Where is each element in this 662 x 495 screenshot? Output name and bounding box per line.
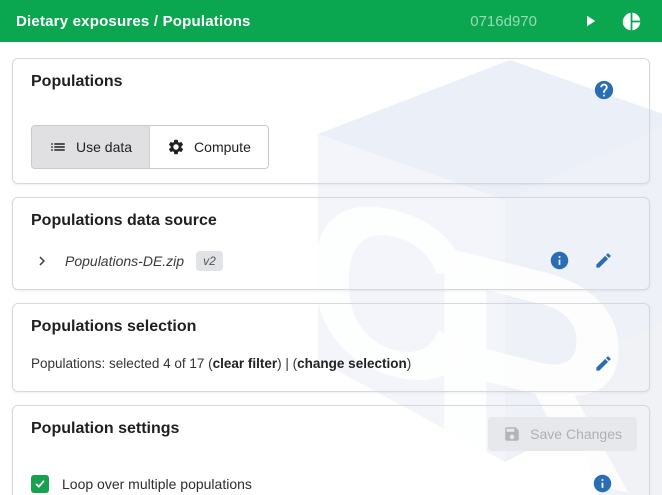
run-id-label: 0716d970 xyxy=(470,13,537,30)
data-source-info-button[interactable] xyxy=(545,246,574,275)
checkmark-icon xyxy=(33,477,47,491)
save-icon xyxy=(503,425,521,443)
loop-populations-row: Loop over multiple populations xyxy=(31,469,631,495)
card-selection: Populations selection Populations: selec… xyxy=(12,303,650,392)
help-icon xyxy=(593,79,615,101)
card-selection-title: Populations selection xyxy=(31,318,196,335)
paren: ) xyxy=(407,356,412,371)
info-icon xyxy=(549,250,570,271)
card-settings: Population settings Save Changes Loop ov… xyxy=(12,405,650,495)
run-button[interactable] xyxy=(577,8,603,34)
save-changes-label: Save Changes xyxy=(530,426,622,442)
clear-filter-link[interactable]: clear filter xyxy=(213,356,278,371)
paren: ( xyxy=(204,356,212,371)
card-data-source: Populations data source Populations-DE.z… xyxy=(12,197,650,290)
results-button[interactable] xyxy=(617,7,646,36)
card-populations: Populations Use data xyxy=(12,58,650,184)
selection-summary: Populations: selected 4 of 17 (clear fil… xyxy=(31,356,411,371)
compute-button[interactable]: Compute xyxy=(149,126,268,168)
change-selection-link[interactable]: change selection xyxy=(297,356,407,371)
card-settings-title: Population settings xyxy=(31,420,179,438)
data-source-file-name: Populations-DE.zip xyxy=(65,253,184,269)
list-icon xyxy=(49,138,67,156)
edit-icon xyxy=(594,251,613,270)
data-source-edit-button[interactable] xyxy=(590,247,617,274)
help-button[interactable] xyxy=(589,75,619,105)
edit-icon xyxy=(594,354,613,373)
data-source-row: Populations-DE.zip v2 xyxy=(31,246,631,275)
card-populations-title: Populations xyxy=(31,73,123,91)
app-header: Dietary exposures / Populations 0716d970 xyxy=(0,0,662,42)
loop-populations-label: Loop over multiple populations xyxy=(62,476,252,492)
selection-summary-prefix: Populations: selected 4 of 17 xyxy=(31,356,204,371)
app-root: Dietary exposures / Populations 0716d970… xyxy=(0,0,662,495)
play-icon xyxy=(581,12,599,30)
use-data-label: Use data xyxy=(76,139,132,155)
main-content: Populations Use data xyxy=(0,42,662,495)
settings-info-button[interactable] xyxy=(588,469,617,495)
use-data-button[interactable]: Use data xyxy=(32,126,149,168)
separator: ) | ( xyxy=(277,356,297,371)
selection-edit-button[interactable] xyxy=(590,350,617,377)
compute-label: Compute xyxy=(194,139,251,155)
version-badge: v2 xyxy=(196,251,223,271)
breadcrumb[interactable]: Dietary exposures / Populations xyxy=(16,13,251,30)
chevron-right-icon xyxy=(33,252,51,270)
card-data-source-title: Populations data source xyxy=(31,212,217,229)
expand-button[interactable] xyxy=(31,250,53,272)
selection-row: Populations: selected 4 of 17 (clear fil… xyxy=(31,350,631,377)
info-icon xyxy=(592,473,613,494)
save-changes-button[interactable]: Save Changes xyxy=(488,417,637,451)
mode-toggle-group: Use data Compute xyxy=(31,125,269,169)
pie-chart-icon xyxy=(621,11,642,32)
gear-icon xyxy=(167,138,185,156)
loop-populations-checkbox[interactable] xyxy=(31,475,49,493)
